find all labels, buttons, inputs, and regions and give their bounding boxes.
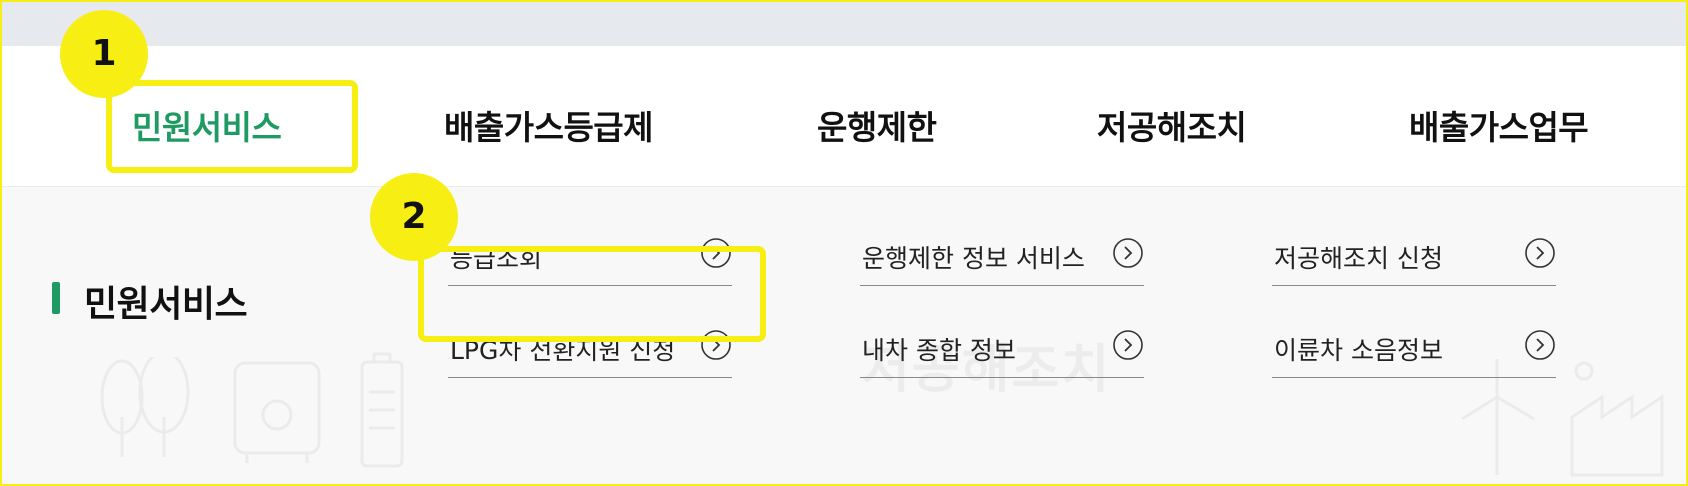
section-marker [52,282,60,314]
link-label: 저공해조치 신청 [1274,244,1443,273]
step-badge-1: 1 [60,10,148,98]
chevron-right-circle-icon [1113,330,1143,360]
chevron-right-circle-icon [1113,238,1143,268]
bus-icon [233,361,321,463]
link-label: 이륜차 소음정보 [1274,336,1443,365]
tree-icon [100,357,190,457]
link-label: 내차 종합 정보 [862,336,1016,365]
gnb-item-emission-grade[interactable]: 배출가스등급제 [444,101,654,149]
top-strip [2,2,1686,46]
chevron-right-circle-icon [1525,330,1555,360]
link-operation-limit-info[interactable]: 운행제한 정보 서비스 [860,229,1144,286]
link-low-emission-apply[interactable]: 저공해조치 신청 [1272,229,1556,286]
factory-icon [1570,361,1664,477]
highlight-box-2 [418,246,766,342]
section-title: 민원서비스 [84,284,248,325]
gnb-item-emission-work[interactable]: 배출가스업무 [1409,101,1589,149]
link-my-car-info[interactable]: 내차 종합 정보 [860,321,1144,378]
submenu-panel: 저공해조치 민원서비스 등급조회 운행제한 정보 서비스 저공해조치 신청 LP… [2,187,1686,484]
chevron-right-circle-icon [1525,238,1555,268]
screenshot-frame: 민원서비스 배출가스등급제 운행제한 저공해조치 배출가스업무 저공해조치 민원… [0,0,1688,486]
gnb-item-operation-limit[interactable]: 운행제한 [817,101,937,149]
highlight-box-1 [106,80,358,173]
link-label: 운행제한 정보 서비스 [862,244,1085,273]
battery-icon [360,352,404,468]
link-motorcycle-noise[interactable]: 이륜차 소음정보 [1272,321,1556,378]
step-badge-2: 2 [370,173,458,261]
gnb-item-low-emission[interactable]: 저공해조치 [1097,101,1247,149]
